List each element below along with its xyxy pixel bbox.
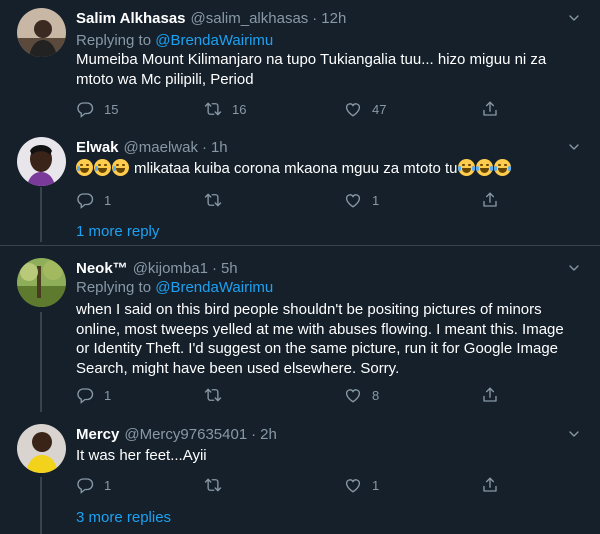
- share-icon: [481, 100, 499, 118]
- separator-dot: ·: [312, 9, 318, 27]
- like-button[interactable]: 8: [344, 385, 379, 405]
- display-name[interactable]: Mercy: [76, 426, 119, 443]
- reply-count: 1: [104, 192, 112, 208]
- reply-button[interactable]: 15: [76, 99, 118, 119]
- replying-to: Replying to @BrendaWairimu: [76, 279, 273, 296]
- mention-link[interactable]: @BrendaWairimu: [155, 32, 273, 49]
- replying-to-label: Replying to: [76, 279, 156, 296]
- rolling-laughing-emoji: [76, 159, 93, 176]
- avatar[interactable]: [17, 8, 66, 57]
- tweet-actions: 15 16 47: [76, 99, 506, 119]
- chevron-down-icon[interactable]: [566, 426, 582, 442]
- rolling-laughing-emoji: [94, 159, 111, 176]
- share-button[interactable]: [481, 190, 509, 210]
- show-more-replies-link[interactable]: 1 more reply: [76, 223, 159, 240]
- chevron-down-icon[interactable]: [566, 260, 582, 276]
- heart-icon: [344, 476, 362, 494]
- retweet-icon: [204, 191, 222, 209]
- heart-icon: [344, 100, 362, 118]
- tweet-actions: 1 1: [76, 475, 506, 495]
- avatar[interactable]: [17, 137, 66, 186]
- retweet-button[interactable]: 16: [204, 99, 246, 119]
- like-button[interactable]: 47: [344, 99, 386, 119]
- tweet-text-content: mlikataa kuiba corona mkaona mguu za mto…: [134, 160, 458, 177]
- share-button[interactable]: [481, 385, 509, 405]
- avatar[interactable]: [17, 258, 66, 307]
- reply-icon: [76, 386, 94, 404]
- reply-count: 15: [104, 101, 119, 117]
- tweet-text: mlikataa kuiba corona mkaona mguu za mto…: [76, 159, 581, 179]
- user-handle[interactable]: @Mercy97635401: [124, 426, 247, 443]
- like-count: 8: [372, 387, 380, 403]
- tweet-salim[interactable]: Salim Alkhasas @salim_alkhasas · 12h Rep…: [0, 0, 600, 125]
- tweet-text: It was her feet...Ayii: [76, 447, 207, 464]
- heart-icon: [344, 191, 362, 209]
- reply-button[interactable]: 1: [76, 475, 111, 495]
- timestamp[interactable]: 12h: [321, 10, 346, 27]
- separator-dot: ·: [201, 138, 207, 156]
- tweet-text: Mumeiba Mount Kilimanjaro na tupo Tukian…: [76, 51, 547, 88]
- tweet-header: Mercy @Mercy97635401 · 2h: [76, 424, 277, 444]
- separator-dot: ·: [211, 259, 217, 277]
- tears-of-joy-emoji: [457, 159, 475, 176]
- timestamp[interactable]: 1h: [211, 139, 228, 156]
- display-name[interactable]: Neok™: [76, 260, 128, 277]
- show-more-replies-link[interactable]: 3 more replies: [76, 509, 171, 526]
- replying-to: Replying to @BrendaWairimu: [76, 32, 273, 49]
- retweet-button[interactable]: [204, 475, 232, 495]
- tweet-text: when I said on this bird people shouldn'…: [76, 301, 564, 377]
- heart-icon: [344, 386, 362, 404]
- reply-icon: [76, 100, 94, 118]
- chevron-down-icon[interactable]: [566, 139, 582, 155]
- tweet-neok[interactable]: Neok™ @kijomba1 · 5h Replying to @Brenda…: [0, 246, 600, 414]
- timestamp[interactable]: 2h: [260, 426, 277, 443]
- retweet-icon: [204, 476, 222, 494]
- share-button[interactable]: [481, 475, 509, 495]
- tweet-header: Elwak @maelwak · 1h: [76, 137, 228, 157]
- avatar[interactable]: [17, 424, 66, 473]
- reply-icon: [76, 191, 94, 209]
- retweet-count: 16: [232, 101, 247, 117]
- reply-button[interactable]: 1: [76, 190, 111, 210]
- user-handle[interactable]: @kijomba1: [133, 260, 208, 277]
- like-count: 47: [372, 101, 387, 117]
- retweet-icon: [204, 100, 222, 118]
- like-count: 1: [372, 192, 380, 208]
- share-icon: [481, 386, 499, 404]
- separator-dot: ·: [251, 425, 257, 443]
- reply-count: 1: [104, 387, 112, 403]
- timestamp[interactable]: 5h: [221, 260, 238, 277]
- tweet-header: Neok™ @kijomba1 · 5h: [76, 258, 238, 278]
- like-count: 1: [372, 477, 380, 493]
- display-name[interactable]: Elwak: [76, 139, 119, 156]
- tweet-actions: 1 8: [76, 385, 506, 405]
- tears-of-joy-emoji: [475, 159, 493, 176]
- reply-count: 1: [104, 477, 112, 493]
- user-handle[interactable]: @salim_alkhasas: [191, 10, 309, 27]
- share-button[interactable]: [481, 99, 509, 119]
- chevron-down-icon[interactable]: [566, 10, 582, 26]
- tweet-header: Salim Alkhasas @salim_alkhasas · 12h: [76, 8, 346, 28]
- like-button[interactable]: 1: [344, 190, 379, 210]
- mention-link[interactable]: @BrendaWairimu: [155, 279, 273, 296]
- user-handle[interactable]: @maelwak: [124, 139, 198, 156]
- retweet-icon: [204, 386, 222, 404]
- reply-button[interactable]: 1: [76, 385, 111, 405]
- tears-of-joy-emoji: [493, 159, 511, 176]
- replying-to-label: Replying to: [76, 32, 156, 49]
- like-button[interactable]: 1: [344, 475, 379, 495]
- retweet-button[interactable]: [204, 190, 232, 210]
- rolling-laughing-emoji: [112, 159, 129, 176]
- tweet-actions: 1 1: [76, 190, 506, 210]
- retweet-button[interactable]: [204, 385, 232, 405]
- reply-icon: [76, 476, 94, 494]
- share-icon: [481, 191, 499, 209]
- share-icon: [481, 476, 499, 494]
- tweet-mercy[interactable]: Mercy @Mercy97635401 · 2h It was her fee…: [0, 414, 600, 534]
- tweet-elwak[interactable]: Elwak @maelwak · 1h mlikataa kuiba coron…: [0, 125, 600, 245]
- display-name[interactable]: Salim Alkhasas: [76, 10, 186, 27]
